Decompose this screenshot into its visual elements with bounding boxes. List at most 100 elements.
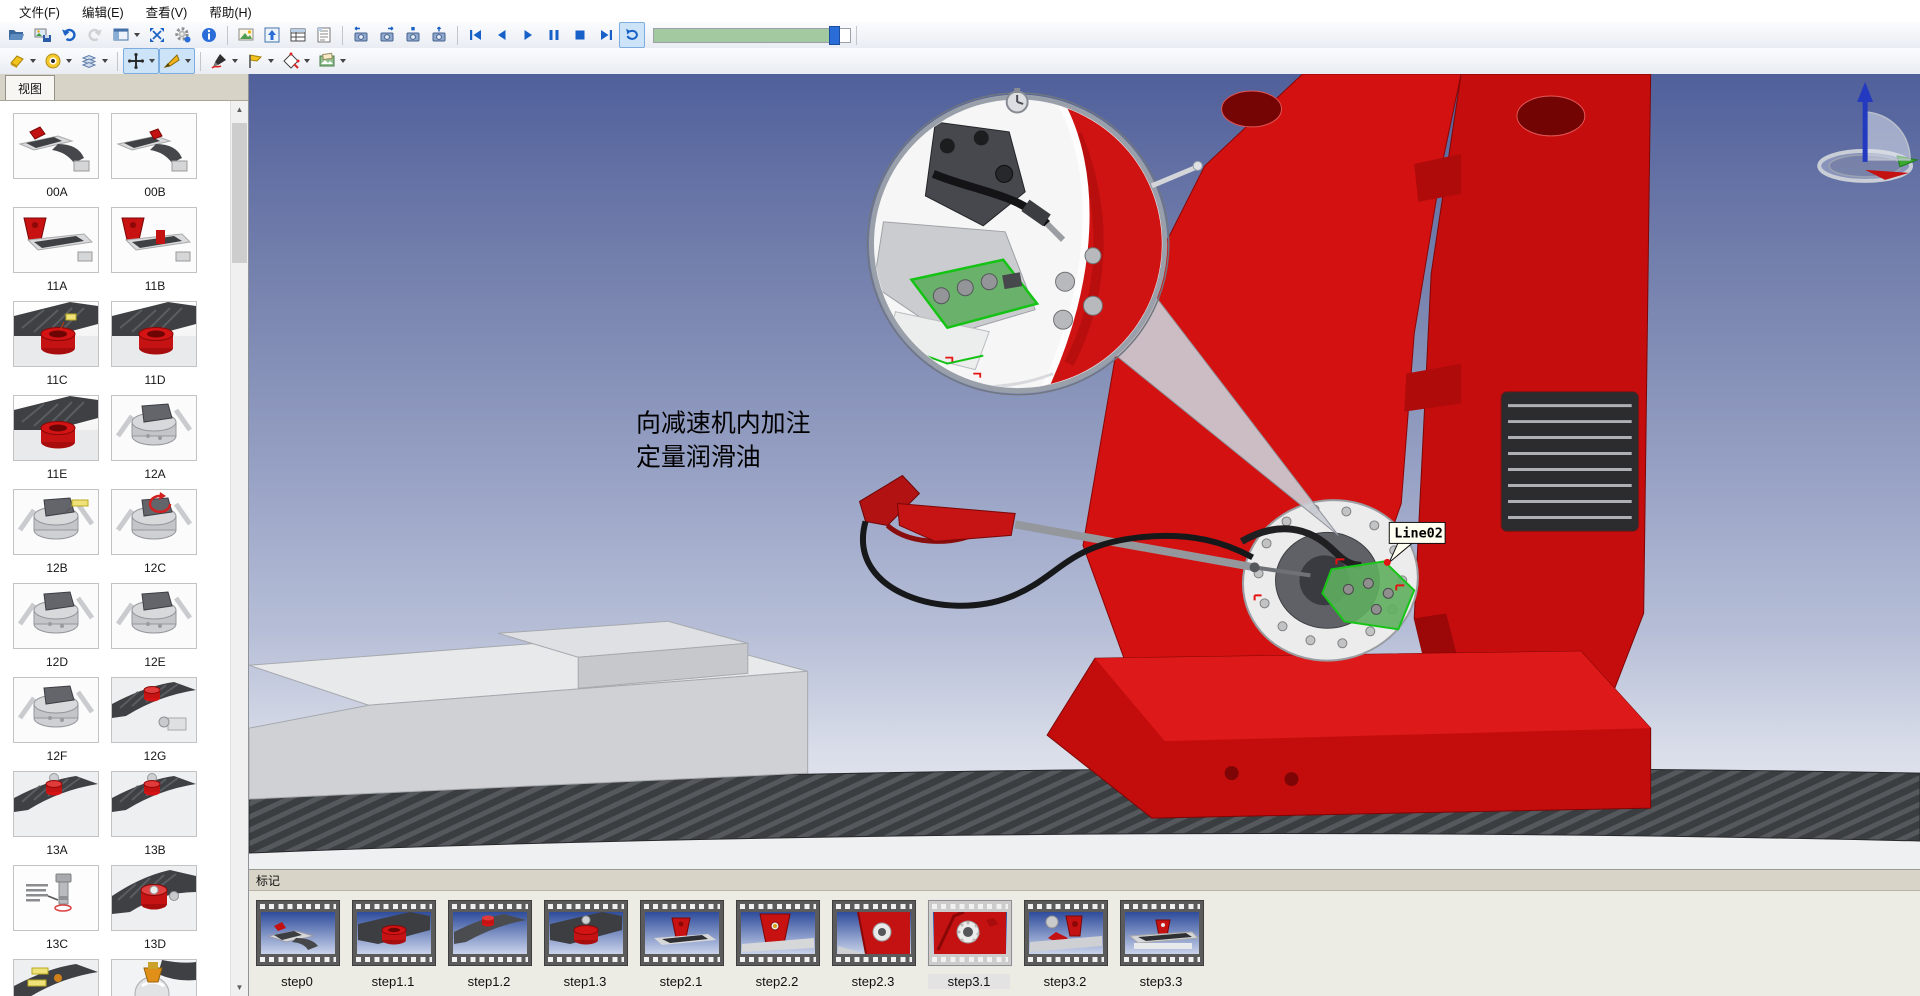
- step-item-step1.3[interactable]: step1.3: [544, 900, 640, 989]
- view-thumbnail[interactable]: [111, 865, 197, 931]
- view-item-11D[interactable]: 11D: [111, 301, 199, 387]
- step-item-step2.1[interactable]: step2.1: [640, 900, 736, 989]
- view-item-00B[interactable]: 00B: [111, 113, 199, 199]
- animation-progress-slider[interactable]: [653, 28, 851, 43]
- film-frame[interactable]: [736, 900, 820, 966]
- step-item-step1.1[interactable]: step1.1: [352, 900, 448, 989]
- view-item-12G[interactable]: 12G: [111, 677, 199, 763]
- step-item-step3.2[interactable]: step3.2: [1024, 900, 1120, 989]
- scene-canvas[interactable]: 向减速机内加注 定量润滑油 Line02: [249, 74, 1920, 869]
- view-item-11B[interactable]: 11B: [111, 207, 199, 293]
- play-button[interactable]: [515, 22, 541, 48]
- film-frame[interactable]: [1024, 900, 1108, 966]
- view-item-partial-18[interactable]: [13, 959, 101, 996]
- film-frame[interactable]: [448, 900, 532, 966]
- home-view-button[interactable]: [259, 22, 285, 48]
- polyline-markup-button[interactable]: [278, 48, 314, 74]
- open-file-button[interactable]: [4, 22, 30, 48]
- menu-item-3[interactable]: 查看(V): [135, 0, 199, 23]
- film-frame[interactable]: [928, 900, 1012, 966]
- scrollbar-thumb[interactable]: [232, 123, 247, 263]
- about-info-button[interactable]: [196, 22, 222, 48]
- view-item-13D[interactable]: 13D: [111, 865, 199, 951]
- view-thumbnail[interactable]: [13, 395, 99, 461]
- structure-list-button[interactable]: [311, 22, 337, 48]
- scene-image-button[interactable]: [233, 22, 259, 48]
- view-thumbnail[interactable]: [111, 207, 197, 273]
- stop-button[interactable]: [567, 22, 593, 48]
- layers-button[interactable]: [76, 48, 112, 74]
- pause-button[interactable]: [541, 22, 567, 48]
- dropdown-caret-icon[interactable]: [185, 59, 191, 63]
- step-item-step2.2[interactable]: step2.2: [736, 900, 832, 989]
- redo-button[interactable]: [82, 22, 108, 48]
- film-frame[interactable]: [832, 900, 916, 966]
- film-frame[interactable]: [256, 900, 340, 966]
- view-item-12F[interactable]: 12F: [13, 677, 101, 763]
- export-image-button[interactable]: [30, 22, 56, 48]
- view-item-11C[interactable]: 11C: [13, 301, 101, 387]
- view-item-13A[interactable]: 13A: [13, 771, 101, 857]
- view-item-12B[interactable]: 12B: [13, 489, 101, 575]
- image-markup-button[interactable]: [314, 48, 350, 74]
- view-thumbnail[interactable]: [111, 395, 197, 461]
- first-frame-button[interactable]: [463, 22, 489, 48]
- settings-gear-button[interactable]: [170, 22, 196, 48]
- step-item-step1.2[interactable]: step1.2: [448, 900, 544, 989]
- sidebar-scrollbar[interactable]: ▲ ▼: [230, 101, 248, 996]
- loop-button[interactable]: [619, 22, 645, 48]
- tab-views[interactable]: 视图: [5, 75, 55, 100]
- view-thumbnail[interactable]: [13, 489, 99, 555]
- scroll-up-icon[interactable]: ▲: [231, 101, 248, 118]
- visibility-eye-button[interactable]: [40, 48, 76, 74]
- view-thumbnail[interactable]: [13, 207, 99, 273]
- view-item-partial-19[interactable]: [111, 959, 199, 996]
- camera-prev-button[interactable]: [348, 22, 374, 48]
- step-item-step0[interactable]: step0: [256, 900, 352, 989]
- window-layout-button[interactable]: [108, 22, 144, 48]
- view-thumbnail[interactable]: [111, 301, 197, 367]
- camera-up-button[interactable]: [426, 22, 452, 48]
- view-item-13C[interactable]: 13C: [13, 865, 101, 951]
- view-item-13B[interactable]: 13B: [111, 771, 199, 857]
- film-frame[interactable]: [544, 900, 628, 966]
- view-thumbnail[interactable]: [13, 771, 99, 837]
- slider-thumb[interactable]: [829, 26, 840, 45]
- view-item-11A[interactable]: 11A: [13, 207, 101, 293]
- view-thumbnail[interactable]: [13, 113, 99, 179]
- dropdown-caret-icon[interactable]: [66, 59, 72, 63]
- dropdown-caret-icon[interactable]: [30, 59, 36, 63]
- view-thumbnail[interactable]: [13, 959, 99, 996]
- prev-frame-button[interactable]: [489, 22, 515, 48]
- view-item-12E[interactable]: 12E: [111, 583, 199, 669]
- film-frame[interactable]: [1120, 900, 1204, 966]
- step-item-step3.1[interactable]: step3.1: [928, 900, 1024, 989]
- dropdown-caret-icon[interactable]: [149, 59, 155, 63]
- move-tool-button[interactable]: [123, 48, 159, 74]
- view-thumbnail[interactable]: [111, 489, 197, 555]
- dropdown-caret-icon[interactable]: [102, 59, 108, 63]
- step-item-step2.3[interactable]: step2.3: [832, 900, 928, 989]
- dropdown-caret-icon[interactable]: [304, 59, 310, 63]
- view-thumbnail[interactable]: [111, 959, 197, 996]
- dropdown-caret-icon[interactable]: [340, 59, 346, 63]
- undo-button[interactable]: [56, 22, 82, 48]
- view-item-11E[interactable]: 11E: [13, 395, 101, 481]
- view-thumbnail[interactable]: [13, 583, 99, 649]
- fit-view-button[interactable]: [144, 22, 170, 48]
- menu-item-2[interactable]: 编辑(E): [71, 0, 135, 23]
- step-item-step3.3[interactable]: step3.3: [1120, 900, 1216, 989]
- view-item-00A[interactable]: 00A: [13, 113, 101, 199]
- view-thumbnail[interactable]: [13, 677, 99, 743]
- bom-table-button[interactable]: [285, 22, 311, 48]
- dart-tool-button[interactable]: [159, 48, 195, 74]
- view-item-12C[interactable]: 12C: [111, 489, 199, 575]
- ink-pen-button[interactable]: [206, 48, 242, 74]
- view-thumbnail[interactable]: [111, 113, 197, 179]
- menu-item-4[interactable]: 帮助(H): [198, 0, 262, 23]
- viewport-3d[interactable]: 向减速机内加注 定量润滑油 Line02: [249, 74, 1920, 869]
- camera-stop-button[interactable]: [400, 22, 426, 48]
- dropdown-caret-icon[interactable]: [232, 59, 238, 63]
- dropdown-caret-icon[interactable]: [134, 33, 140, 37]
- scroll-down-icon[interactable]: ▼: [231, 979, 248, 996]
